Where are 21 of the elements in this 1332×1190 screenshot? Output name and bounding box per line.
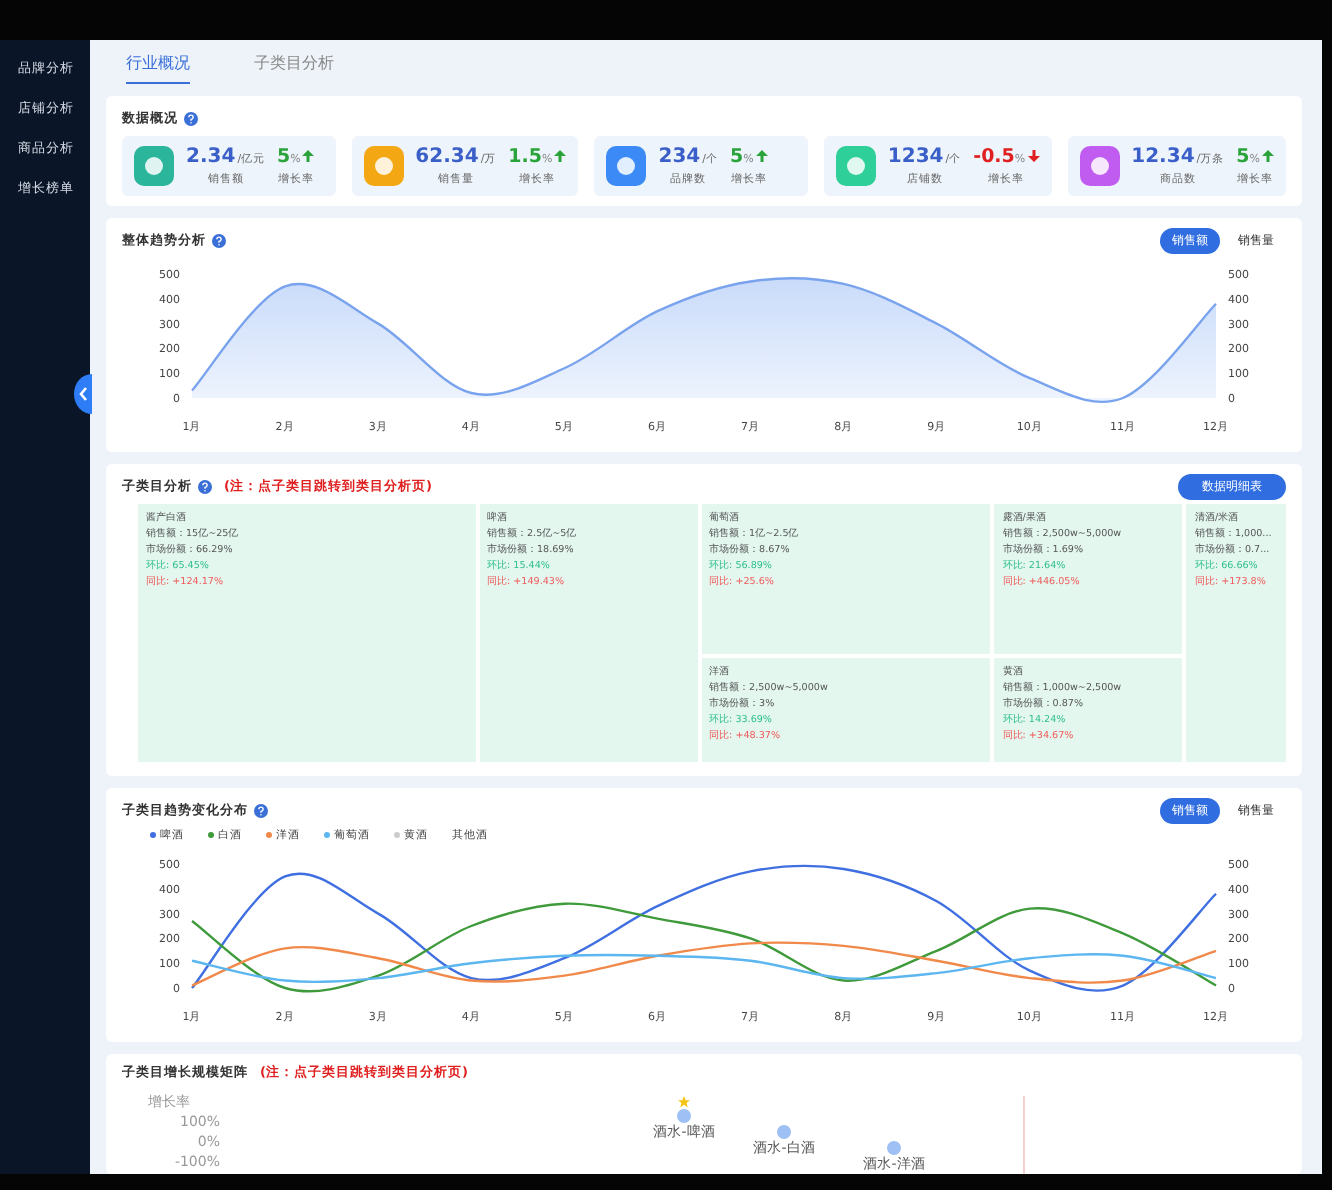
growth-rate: 5 — [729, 146, 744, 168]
up-arrow-icon — [302, 150, 315, 162]
stat-value: 2.34 — [186, 146, 236, 168]
collapse-handle-icon[interactable] — [74, 374, 92, 414]
growth-rate: 5 — [1236, 146, 1250, 168]
help-icon[interactable] — [254, 803, 268, 817]
help-icon[interactable] — [212, 233, 226, 247]
up-arrow-icon — [554, 150, 567, 162]
up-arrow-icon — [755, 150, 768, 162]
help-icon[interactable] — [198, 479, 212, 493]
down-arrow-icon — [1027, 150, 1040, 162]
up-arrow-icon — [1262, 150, 1274, 162]
tab[interactable]: 行业概况 — [126, 52, 190, 84]
stat-value: 1234 — [887, 146, 944, 168]
growth-rate: 1.5 — [508, 146, 543, 168]
growth-rate: 5 — [277, 146, 291, 168]
stat-value: 234 — [658, 146, 701, 168]
stat-value: 12.34 — [1131, 146, 1195, 168]
stat-value: 62.34 — [415, 146, 479, 168]
help-icon[interactable] — [184, 111, 198, 125]
growth-rate: -0.5 — [973, 146, 1015, 168]
